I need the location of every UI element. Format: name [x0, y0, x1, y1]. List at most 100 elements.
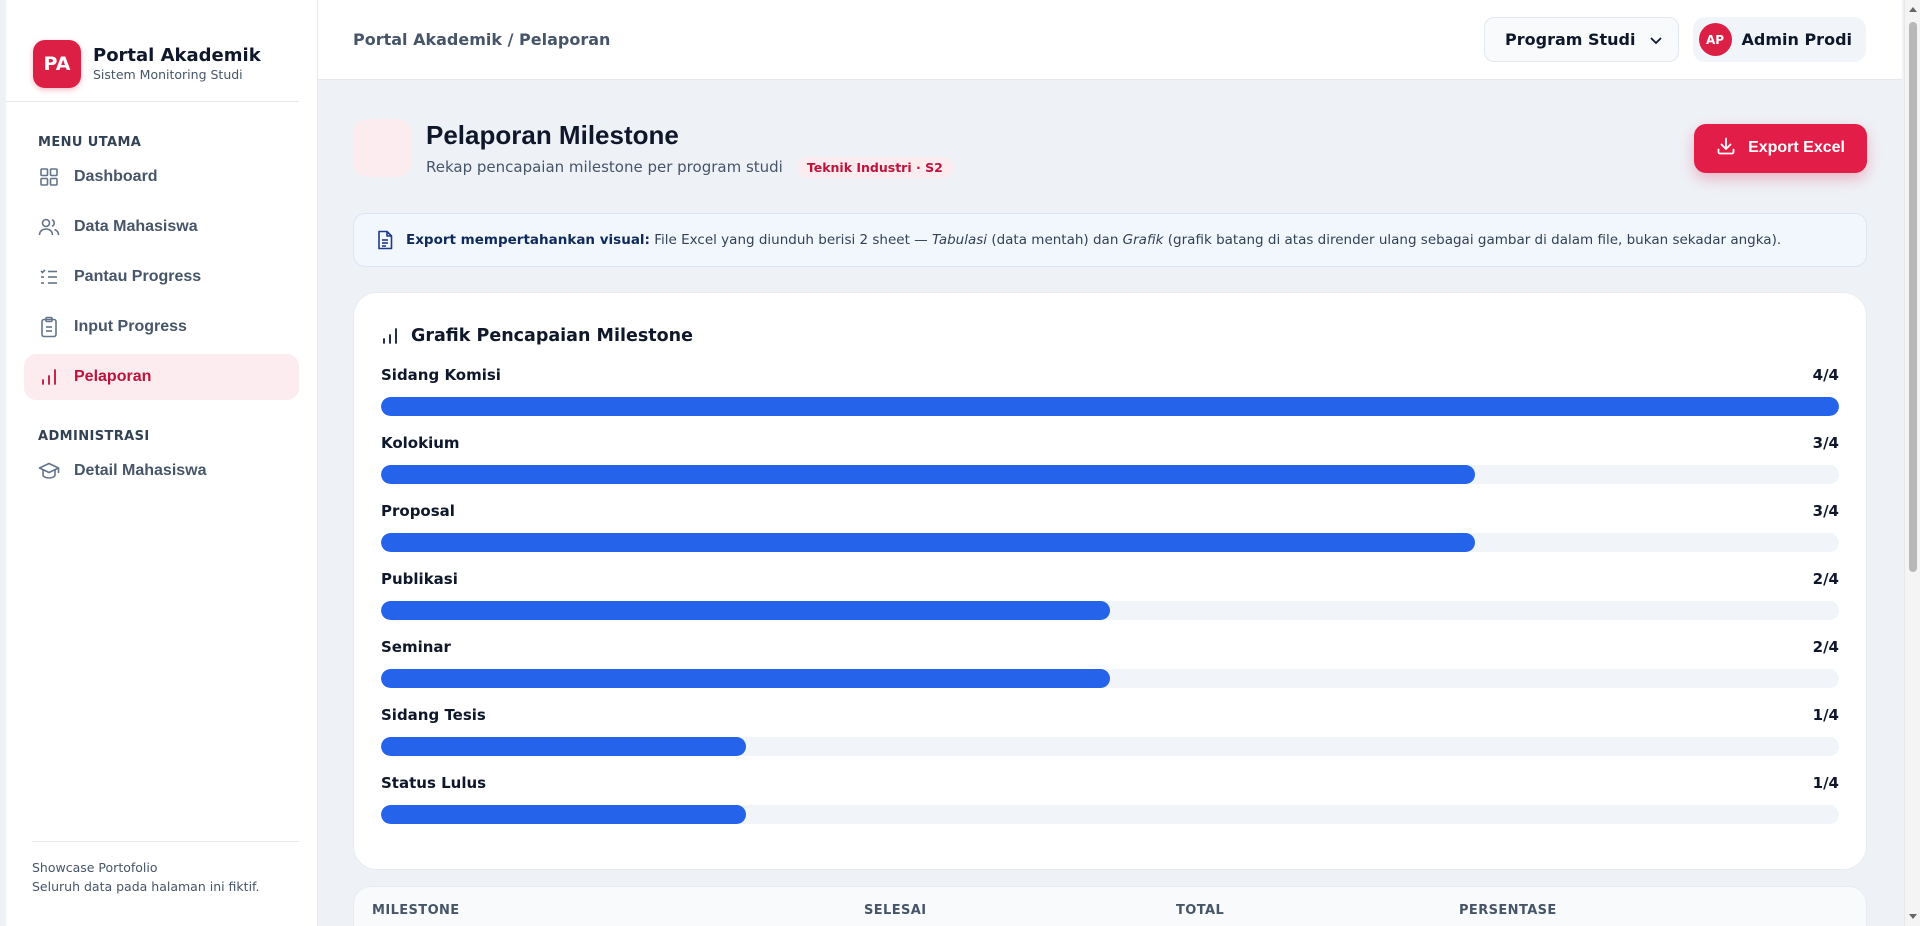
bar-value-label: 1/4 [1812, 774, 1839, 792]
sidebar: PA Portal Akademik Sistem Monitoring Stu… [6, 0, 318, 926]
bar-header: Kolokium 3/4 [381, 431, 1839, 455]
bar-label: Sidang Tesis [381, 706, 486, 724]
bar-label: Proposal [381, 502, 455, 520]
grid-icon [38, 166, 60, 188]
bar-row: Status Lulus 1/4 [381, 771, 1839, 839]
bar-row: Proposal 3/4 [381, 499, 1839, 567]
brand[interactable]: PA Portal Akademik Sistem Monitoring Stu… [6, 0, 299, 102]
chevron-down-icon [1650, 30, 1662, 49]
bar-track [381, 465, 1839, 484]
chart-title: Grafik Pencapaian Milestone [381, 321, 1839, 351]
bar-track [381, 601, 1839, 620]
user-name: Admin Prodi [1741, 30, 1853, 49]
bar-fill [381, 601, 1110, 620]
bar-header: Publikasi 2/4 [381, 567, 1839, 591]
document-icon [376, 230, 394, 250]
users-icon [38, 216, 60, 238]
avatar: AP [1698, 23, 1732, 56]
sidebar-item-dashboard[interactable]: Dashboard [24, 154, 299, 200]
milestone-table: MILESTONE SELESAI TOTAL PERSENTASE [353, 886, 1867, 926]
breadcrumb: Portal Akademik / Pelaporan [353, 30, 611, 49]
bar-value-label: 3/4 [1812, 502, 1839, 520]
brand-logo: PA [33, 39, 81, 88]
info-notice: Export mempertahankan visual: File Excel… [353, 213, 1867, 267]
table-header-milestone: MILESTONE [372, 903, 460, 918]
bar-label: Status Lulus [381, 774, 487, 792]
page-header: Pelaporan Milestone Rekap pencapaian mil… [353, 80, 1867, 206]
program-badge: Teknik Industri · S2 [796, 156, 953, 178]
sidebar-item-pelaporan[interactable]: Pelaporan [24, 354, 299, 400]
program-studi-select-label: Program Studi [1505, 30, 1636, 49]
bar-value-label: 4/4 [1812, 366, 1839, 384]
page-title: Pelaporan Milestone [426, 119, 679, 150]
bar-header: Status Lulus 1/4 [381, 771, 1839, 795]
chart-title-text: Grafik Pencapaian Milestone [411, 326, 693, 346]
bar-header: Sidang Tesis 1/4 [381, 703, 1839, 727]
bar-row: Sidang Tesis 1/4 [381, 703, 1839, 771]
main-content: Portal Akademik / Pelaporan Program Stud… [318, 0, 1902, 926]
milestone-chart-card: Grafik Pencapaian Milestone Sidang Komis… [353, 292, 1867, 870]
sidebar-item-input-progress[interactable]: Input Progress [24, 304, 299, 350]
brand-subtitle: Sistem Monitoring Studi [93, 66, 243, 82]
list-check-icon [38, 266, 60, 288]
bar-track [381, 397, 1839, 416]
sidebar-item-label: Data Mahasiswa [74, 218, 198, 235]
bar-row: Seminar 2/4 [381, 635, 1839, 703]
sidebar-item-label: Input Progress [74, 318, 187, 335]
footer-line-1: Showcase Portofolio [32, 860, 158, 875]
page-scrollbar[interactable] [1904, 0, 1920, 926]
table-header-total: TOTAL [1176, 903, 1225, 918]
table-header-persentase: PERSENTASE [1459, 903, 1557, 918]
bar-fill [381, 669, 1110, 688]
sidebar-item-detail-mahasiswa[interactable]: Detail Mahasiswa [24, 448, 299, 494]
nav-heading-main: MENU UTAMA [38, 135, 142, 150]
page-subtitle: Rekap pencapaian milestone per program s… [426, 158, 783, 176]
sidebar-item-label: Detail Mahasiswa [74, 462, 207, 479]
user-menu[interactable]: AP Admin Prodi [1692, 17, 1866, 62]
nav-heading-admin: ADMINISTRASI [38, 429, 150, 444]
program-studi-select[interactable]: Program Studi [1484, 17, 1679, 62]
bar-row: Sidang Komisi 4/4 [381, 363, 1839, 431]
graduation-cap-icon [38, 460, 60, 482]
bar-label: Publikasi [381, 570, 458, 588]
bar-header: Sidang Komisi 4/4 [381, 363, 1839, 387]
bar-chart-icon [38, 366, 60, 388]
bar-row: Publikasi 2/4 [381, 567, 1839, 635]
clipboard-icon [38, 316, 60, 338]
bar-label: Seminar [381, 638, 451, 656]
table-header-selesai: SELESAI [864, 903, 927, 918]
bar-track [381, 737, 1839, 756]
bar-header: Proposal 3/4 [381, 499, 1839, 523]
bar-fill [381, 533, 1475, 552]
bar-track [381, 669, 1839, 688]
bar-header: Seminar 2/4 [381, 635, 1839, 659]
bar-value-label: 2/4 [1812, 638, 1839, 656]
bar-fill [381, 737, 746, 756]
page-icon [353, 119, 411, 177]
bar-value-label: 2/4 [1812, 570, 1839, 588]
scroll-up-arrow[interactable] [1909, 7, 1917, 12]
bar-label: Kolokium [381, 434, 460, 452]
bar-chart-icon [381, 327, 399, 345]
footer-line-2: Seluruh data pada halaman ini fiktif. [32, 879, 260, 894]
bar-fill [381, 397, 1839, 416]
sidebar-item-label: Pelaporan [74, 368, 152, 385]
scroll-thumb[interactable] [1909, 22, 1917, 572]
sidebar-item-label: Dashboard [74, 168, 158, 185]
bar-track [381, 805, 1839, 824]
sidebar-item-pantau-progress[interactable]: Pantau Progress [24, 254, 299, 300]
scroll-down-arrow[interactable] [1909, 914, 1917, 919]
sidebar-item-data-mahasiswa[interactable]: Data Mahasiswa [24, 204, 299, 250]
bar-fill [381, 805, 746, 824]
export-excel-label: Export Excel [1748, 139, 1845, 156]
bar-value-label: 1/4 [1812, 706, 1839, 724]
export-excel-button[interactable]: Export Excel [1694, 123, 1867, 173]
sidebar-footer: Showcase Portofolio Seluruh data pada ha… [32, 841, 299, 926]
bar-fill [381, 465, 1475, 484]
sidebar-item-label: Pantau Progress [74, 268, 202, 285]
info-text: Export mempertahankan visual: File Excel… [406, 232, 1782, 248]
bar-value-label: 3/4 [1812, 434, 1839, 452]
milestone-bars: Sidang Komisi 4/4 Kolokium 3/4 Proposal 3/4 Pu… [381, 363, 1839, 839]
bar-track [381, 533, 1839, 552]
download-icon [1716, 136, 1736, 161]
